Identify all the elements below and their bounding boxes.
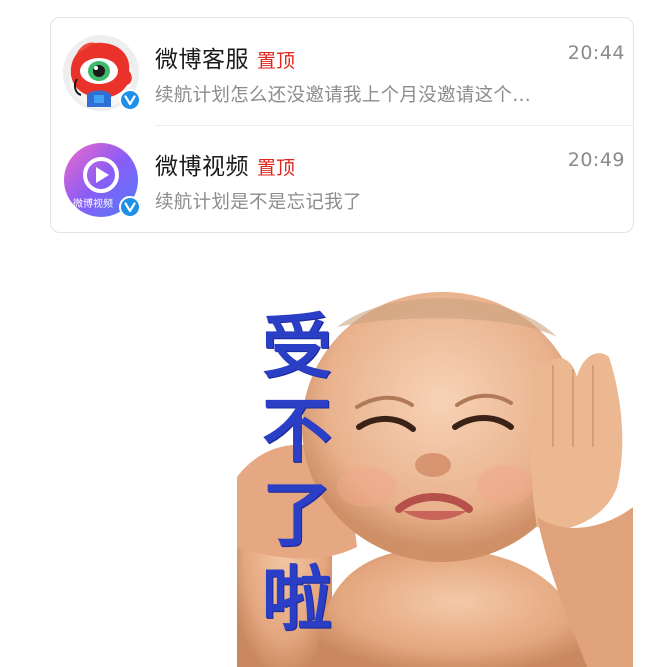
meme-caption-char: 受 [262, 305, 332, 388]
pinned-label: 置顶 [257, 50, 296, 72]
meme-caption-char: 不 [262, 389, 332, 472]
verified-v-icon [119, 196, 141, 218]
message-time: 20:49 [567, 149, 625, 171]
contact-name: 微博视频 [155, 154, 249, 180]
chat-list: 微博客服置顶 20:44 续航计划怎么还没邀请我上个月没邀请这个… 微博视频 [50, 17, 634, 233]
message-preview: 续航计划是不是忘记我了 [155, 192, 362, 213]
chat-name: 微博客服 置顶 [155, 40, 295, 74]
chat-item-weibo-customer-service[interactable]: 微博客服 置顶 20:44 续航计划怎么还没邀请我上个月没邀请这个… [51, 18, 633, 125]
chat-item-weibo-video[interactable]: 微博视频 微博视频 置顶 20:49 续航计划是不是忘记我了 [51, 125, 633, 232]
weibo-customer-service-mascot-icon[interactable] [63, 35, 141, 111]
message-preview: 续航计划怎么还没邀请我上个月没邀请这个… [155, 85, 532, 106]
verified-v-icon [119, 89, 141, 111]
message-time: 20:44 [567, 42, 625, 64]
pinned-label: 置顶 [257, 157, 296, 179]
weibo-video-play-icon[interactable]: 微博视频 [63, 142, 141, 218]
meme-caption: 受 不 了 啦 [252, 305, 342, 641]
meme-caption-char: 了 [262, 473, 332, 556]
avatar-label: 微博视频 [73, 197, 113, 210]
chat-name: 微博视频 置顶 [155, 147, 295, 181]
contact-name: 微博客服 [155, 47, 249, 73]
meme-caption-char: 啦 [262, 557, 332, 640]
